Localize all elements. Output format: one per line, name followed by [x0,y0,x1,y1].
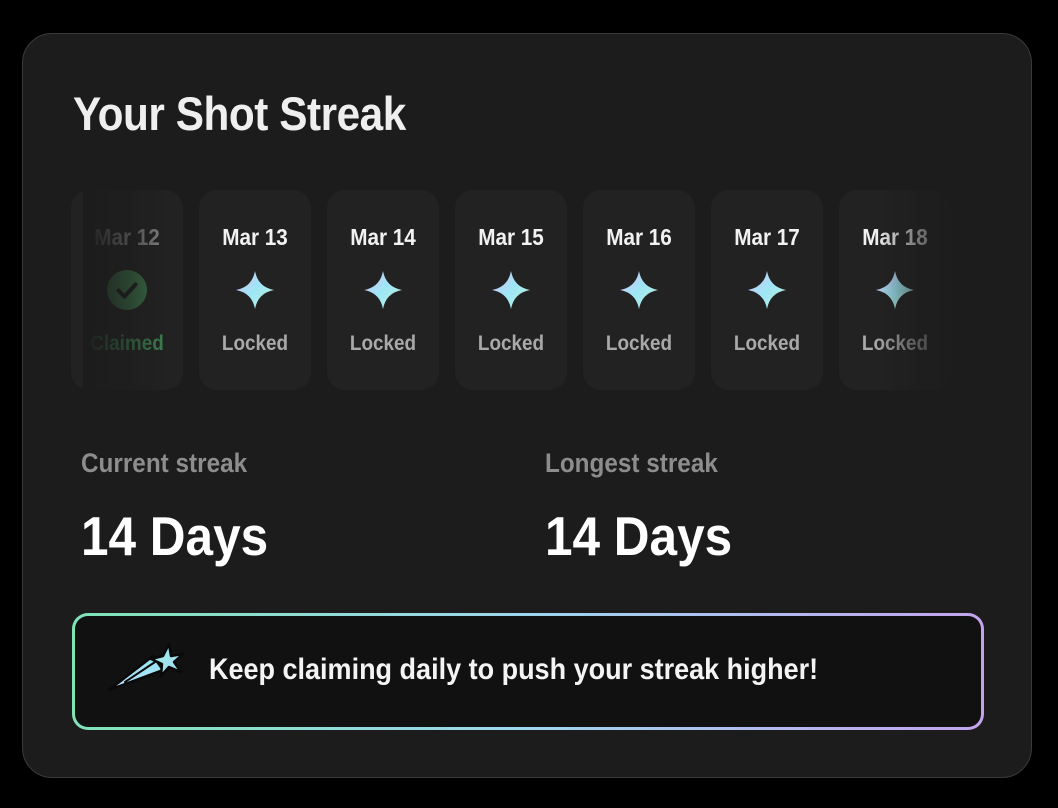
current-streak-value: 14 Days [81,505,269,567]
day-date: Mar 14 [350,224,416,250]
sparkle-star-icon [364,271,402,309]
day-status: Locked [221,332,289,355]
day-status: Locked [477,332,545,355]
current-streak-stat: Current streak 14 Days [81,446,289,566]
day-tile-claimed[interactable]: Mar 12 Claimed [71,190,183,390]
banner-inner: Keep claiming daily to push your streak … [75,616,981,727]
day-status: Locked [349,332,417,355]
day-tile-locked[interactable]: Mar 16 Locked [583,190,695,390]
sparkle-star-icon [236,271,274,309]
day-date: Mar 18 [862,224,928,250]
streak-tip-banner: Keep claiming daily to push your streak … [72,613,984,730]
shot-streak-card: Your Shot Streak Mar 12 Claimed Mar 13 L… [22,33,1032,778]
day-date: Mar 12 [94,224,160,250]
day-status: Locked [733,332,801,355]
day-status: Claimed [90,332,164,355]
day-tile-locked[interactable]: Mar 17 Locked [711,190,823,390]
check-circle-icon [107,270,147,310]
banner-text: Keep claiming daily to push your streak … [209,653,819,686]
page-title: Your Shot Streak [73,87,406,140]
day-date: Mar 15 [478,224,544,250]
day-date: Mar 13 [222,224,288,250]
shooting-star-icon [107,642,185,692]
day-date: Mar 16 [606,224,672,250]
day-status: Locked [861,332,929,355]
streak-day-strip[interactable]: Mar 12 Claimed Mar 13 Locked Mar 14 Lock… [71,190,965,390]
day-tile-locked[interactable]: Mar 15 Locked [455,190,567,390]
sparkle-star-icon [748,271,786,309]
sparkle-star-icon [876,271,914,309]
longest-streak-stat: Longest streak 14 Days [545,446,753,566]
longest-streak-value: 14 Days [545,505,733,567]
current-streak-label: Current streak [81,448,248,478]
sparkle-star-icon [620,271,658,309]
day-status: Locked [605,332,673,355]
day-tile-locked[interactable]: Mar 13 Locked [199,190,311,390]
day-tile-locked[interactable]: Mar 14 Locked [327,190,439,390]
day-date: Mar 17 [734,224,800,250]
day-tile-locked[interactable]: Mar 18 Locked [839,190,951,390]
longest-streak-label: Longest streak [545,448,718,478]
sparkle-star-icon [492,271,530,309]
